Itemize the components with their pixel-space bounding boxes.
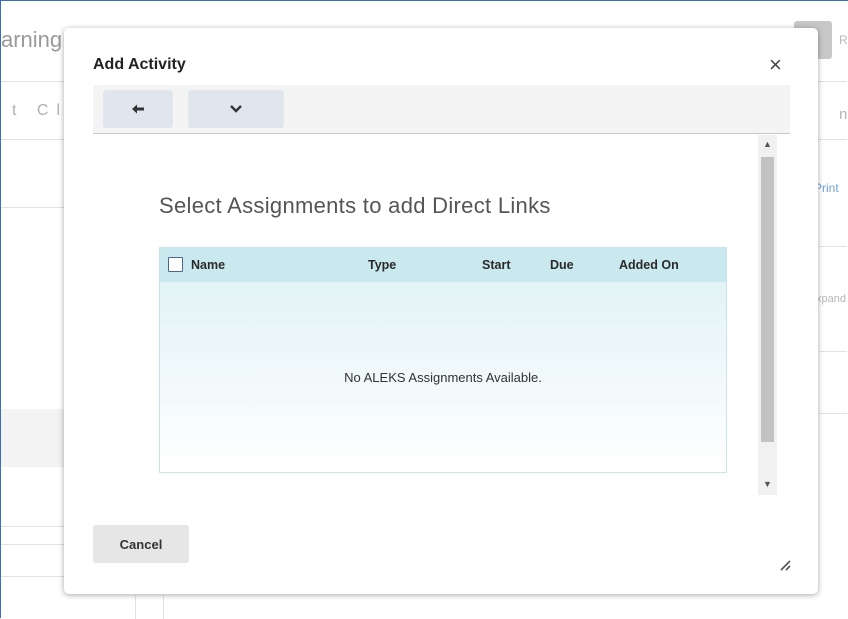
dialog-toolbar	[93, 85, 790, 134]
background-panel	[1, 409, 65, 467]
divider	[819, 246, 847, 247]
close-icon[interactable]: ×	[769, 54, 782, 76]
scroll-up-icon[interactable]: ▲	[758, 139, 777, 149]
background-nav-tabs: t Cl	[12, 102, 68, 119]
background-expand-text: xpand	[816, 293, 846, 305]
column-header-name[interactable]: Name	[191, 258, 225, 272]
column-header-type[interactable]: Type	[368, 258, 396, 272]
page-title: Select Assignments to add Direct Links	[159, 193, 551, 218]
add-activity-dialog: Add Activity × Select Assignments to add…	[64, 28, 818, 594]
dialog-content: Select Assignments to add Direct Links N…	[93, 135, 787, 495]
divider	[1, 207, 65, 208]
table-body: No ALEKS Assignments Available.	[160, 282, 726, 472]
back-button[interactable]	[103, 90, 173, 128]
divider	[163, 595, 164, 619]
arrow-left-icon	[132, 104, 144, 114]
table-header: Name Type Start Due Added On	[160, 248, 726, 282]
divider	[819, 351, 847, 352]
cancel-button[interactable]: Cancel	[93, 525, 189, 563]
background-username: R	[839, 33, 848, 47]
options-dropdown-button[interactable]	[188, 90, 284, 128]
background-app-title: arning	[1, 27, 63, 52]
assignments-table: Name Type Start Due Added On No ALEKS As…	[159, 247, 727, 473]
scrollbar-thumb[interactable]	[761, 157, 774, 442]
divider	[1, 576, 65, 577]
column-header-start[interactable]: Start	[482, 258, 510, 272]
column-header-added-on[interactable]: Added On	[619, 258, 679, 272]
divider	[1, 544, 65, 545]
divider	[819, 413, 847, 414]
scroll-down-icon[interactable]: ▼	[758, 479, 777, 489]
divider	[1, 526, 65, 527]
dialog-title: Add Activity	[93, 56, 186, 73]
select-all-checkbox[interactable]	[168, 257, 183, 272]
background-nav-fragment: n	[839, 106, 848, 123]
empty-message: No ALEKS Assignments Available.	[344, 370, 542, 385]
divider	[135, 595, 136, 619]
column-header-due[interactable]: Due	[550, 258, 574, 272]
content-scrollbar[interactable]: ▲ ▼	[758, 135, 777, 495]
chevron-down-icon	[230, 105, 242, 113]
resize-grip-icon[interactable]	[777, 557, 791, 571]
